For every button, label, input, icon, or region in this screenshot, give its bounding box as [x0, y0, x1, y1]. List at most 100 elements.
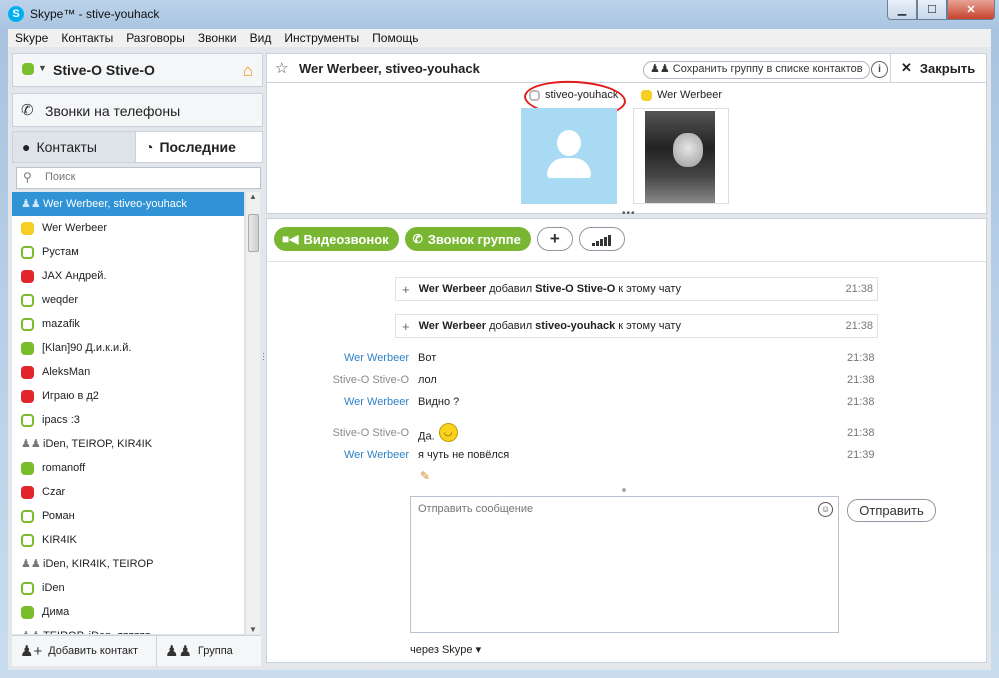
online-status-icon — [21, 461, 34, 475]
sys-target[interactable]: Stive-O Stive-O — [535, 283, 615, 295]
contact-list-item[interactable]: ipacs :3 — [12, 408, 244, 432]
contact-list-item[interactable]: weqder — [12, 288, 244, 312]
search-box[interactable]: ⚲ — [16, 167, 261, 189]
sys-target[interactable]: stiveo-youhack — [535, 320, 615, 332]
contact-list-item[interactable]: ♟♟TEIROP, iDen, zzzzzz — [12, 624, 244, 635]
profile-status-bar[interactable]: ▼ Stive-O Stive-O ⌂ — [12, 53, 263, 87]
sys-actor[interactable]: Wer Werbeer — [419, 320, 486, 332]
menu-view[interactable]: Вид — [243, 31, 278, 45]
contact-list-item[interactable]: ♟♟ iDen, TEIROP, KIR4IK — [12, 432, 244, 456]
participants-area: stiveo-youhack Wer Werbeer ••• — [266, 78, 987, 219]
save-group-button[interactable]: ♟♟ Сохранить группу в списке контактов — [643, 61, 870, 79]
message-sender[interactable]: Wer Werbeer — [344, 352, 409, 364]
contact-list-item[interactable]: ♟♟ Wer Werbeer, stiveo-youhack — [12, 192, 244, 216]
status-caret-icon[interactable]: ▼ — [38, 63, 47, 73]
scroll-down-icon[interactable]: ▼ — [249, 625, 257, 634]
contact-list-item[interactable]: Дима — [12, 600, 244, 624]
info-icon[interactable]: i — [871, 61, 888, 78]
photo-avatar[interactable] — [633, 108, 729, 204]
phone-icon: ✆ — [412, 232, 423, 246]
message-composer: ☺ — [410, 496, 839, 633]
search-icon: ⚲ — [23, 170, 32, 184]
add-participant-button[interactable]: + — [536, 227, 573, 251]
avatar-head-shape — [557, 130, 581, 156]
contact-list-item[interactable]: KIR4IK — [12, 528, 244, 552]
chat-message: Wer Werbeer я чуть не повёлся 21:39 — [267, 446, 887, 466]
participant-name[interactable]: Wer Werbeer — [641, 89, 722, 101]
contact-list-item[interactable]: mazafik — [12, 312, 244, 336]
scroll-thumb[interactable] — [248, 214, 259, 252]
tab-contacts[interactable]: ● Контакты — [13, 132, 136, 162]
laugh-emoticon-icon: ◡ — [438, 423, 458, 442]
contact-name: Wer Werbeer, stiveo-youhack — [43, 198, 187, 210]
tab-recent[interactable]: ◔ Последние — [136, 132, 262, 162]
online-status-icon — [21, 605, 34, 619]
menu-calls[interactable]: Звонки — [191, 31, 243, 45]
splitter-handle[interactable] — [622, 488, 626, 492]
message-sender[interactable]: Wer Werbeer — [344, 449, 409, 461]
chat-message: Stive-O Stive-O Да. ◡ 21:38 — [267, 423, 887, 444]
send-via-selector[interactable]: через Skype ▾ — [410, 643, 481, 656]
maximize-button[interactable]: ☐ — [917, 0, 947, 20]
contact-list-item[interactable]: iDen — [12, 576, 244, 600]
send-button[interactable]: Отправить — [847, 499, 936, 522]
favorite-star-icon[interactable]: ☆ — [275, 59, 288, 77]
contact-list-item[interactable]: Играю в д2 — [12, 384, 244, 408]
contact-list-item[interactable]: [Klan]90 Д.и.к.и.й. — [12, 336, 244, 360]
close-icon: ✕ — [901, 60, 912, 75]
call-phones-button[interactable]: ✆ Звонки на телефоны — [12, 93, 263, 127]
group-call-button[interactable]: ✆ Звонок группе — [404, 227, 531, 251]
avatar-photo — [645, 111, 715, 203]
minimize-button[interactable]: ▁ — [887, 0, 917, 20]
online-status-icon[interactable] — [22, 63, 34, 75]
contact-list-item[interactable]: Czar — [12, 480, 244, 504]
contact-name: Роман — [42, 510, 75, 522]
chat-header: ☆ Wer Werbeer, stiveo-youhack ♟♟ Сохрани… — [266, 53, 987, 83]
default-avatar[interactable] — [521, 108, 617, 204]
menu-skype[interactable]: Skype — [8, 31, 54, 45]
message-input[interactable] — [416, 501, 815, 625]
add-contact-button[interactable]: ♟+ Добавить контакт — [12, 636, 157, 666]
message-time: 21:38 — [847, 427, 875, 439]
scroll-up-icon[interactable]: ▲ — [249, 192, 257, 201]
message-time: 21:38 — [847, 396, 875, 408]
menu-help[interactable]: Помощь — [365, 31, 424, 45]
group-status-icon: ♟♟ — [21, 437, 41, 450]
contact-name: [Klan]90 Д.и.к.и.й. — [42, 342, 132, 354]
contact-name: Играю в д2 — [42, 390, 99, 402]
menu-conversations[interactable]: Разговоры — [119, 31, 191, 45]
sys-suffix: к этому чату — [618, 283, 682, 295]
contact-list-item[interactable]: Wer Werbeer — [12, 216, 244, 240]
contact-list-item[interactable]: Рустам — [12, 240, 244, 264]
chevron-down-icon: ▾ — [475, 644, 482, 656]
menu-contacts[interactable]: Контакты — [54, 31, 119, 45]
message-sender[interactable]: Stive-O Stive-O — [333, 427, 409, 439]
panel-splitter-icon[interactable]: · · · — [262, 349, 265, 364]
create-group-button[interactable]: ♟♟ Группа — [157, 642, 233, 660]
search-input[interactable] — [43, 170, 257, 184]
chat-message: Wer Werbeer Вот 21:38 — [267, 349, 887, 369]
call-quality-button[interactable] — [578, 227, 625, 251]
plus-icon[interactable]: + — [402, 319, 410, 334]
sys-actor[interactable]: Wer Werbeer — [419, 283, 486, 295]
close-chat-button[interactable]: ✕ Закрыть — [890, 54, 987, 82]
contact-list-scrollbar[interactable]: ▲ ▼ — [245, 192, 260, 634]
away-status-icon — [641, 89, 652, 101]
message-sender[interactable]: Stive-O Stive-O — [333, 374, 409, 386]
contact-list-item[interactable]: romanoff — [12, 456, 244, 480]
menu-tools[interactable]: Инструменты — [277, 31, 365, 45]
contact-list-item[interactable]: AleksMan — [12, 360, 244, 384]
close-window-button[interactable]: ✕ — [947, 0, 995, 20]
title-bar: S Skype™ - stive-youhack ▁ ☐ ✕ — [0, 0, 999, 28]
home-icon[interactable]: ⌂ — [243, 61, 253, 81]
profile-name[interactable]: Stive-O Stive-O — [53, 62, 155, 78]
contact-list-item[interactable]: Роман — [12, 504, 244, 528]
contact-list-item[interactable]: ♟♟ iDen, KIR4IK, TEIROP — [12, 552, 244, 576]
send-via-label: через Skype — [410, 644, 473, 656]
contact-list-item[interactable]: JAX Андрей. — [12, 264, 244, 288]
message-sender[interactable]: Wer Werbeer — [344, 396, 409, 408]
video-call-button[interactable]: ■◀ Видеозвонок — [274, 227, 399, 251]
message-text: лол — [418, 374, 437, 386]
plus-icon[interactable]: + — [402, 282, 410, 297]
emoticon-icon[interactable]: ☺ — [818, 502, 833, 517]
